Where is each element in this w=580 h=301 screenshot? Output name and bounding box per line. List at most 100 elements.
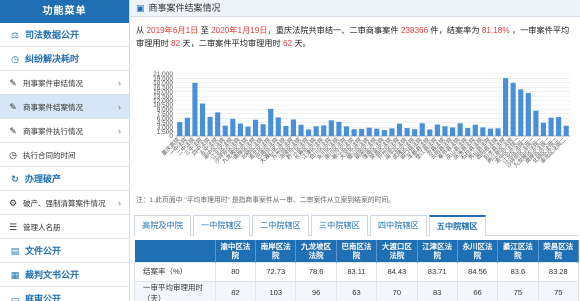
sidebar-item-label: 刑事案件审结情况 — [23, 79, 83, 88]
sidebar-item-7[interactable]: ⚙ 破产、强制清算案件情况 › — [0, 191, 129, 215]
table-cell: 83.71 — [416, 261, 458, 282]
date-to: 2020年1月19日 — [211, 26, 268, 35]
chart-bar — [465, 128, 471, 136]
tab-2[interactable]: 二中院辖区 — [251, 215, 309, 236]
chart-bar — [359, 128, 365, 136]
panel-header: ▣ 商事案件结案情况 — [130, 0, 580, 17]
sidebar-item-1[interactable]: ◷ 纠纷解决耗时 — [0, 47, 129, 71]
column-header — [134, 240, 216, 262]
panel-title: 商事案件结案情况 — [148, 3, 221, 13]
sidebar-item-11[interactable]: ▭ 庭审公开 — [0, 287, 129, 301]
date-from: 2019年6月1日 — [146, 26, 199, 35]
chart-bar — [412, 129, 418, 136]
table-cell: 78.6 — [295, 261, 337, 282]
chart-bar — [215, 112, 221, 136]
chart-bar — [313, 126, 319, 136]
sidebar-item-label: 破产、强制清算案件情况 — [23, 199, 106, 208]
document-icon: ▣ — [136, 3, 145, 13]
table-cell: 75 — [497, 280, 539, 301]
refresh-icon: ↻ — [11, 174, 19, 184]
table-cell: 83.28 — [537, 261, 580, 282]
chart-bar — [419, 123, 425, 136]
chart-bar — [366, 127, 372, 136]
sidebar-item-3[interactable]: ✎ 商事案件结案情况 › — [0, 95, 129, 119]
row-label: 结案率（%） — [134, 261, 216, 282]
table-cell: 83.6 — [497, 261, 539, 282]
tab-0[interactable]: 高院及中院 — [134, 215, 191, 236]
sidebar-item-4[interactable]: ✎ 商事案件执行情况 › — [0, 119, 129, 143]
chevron-right-icon: › — [118, 126, 121, 136]
table-cell: 70 — [376, 280, 418, 301]
chart-bar — [275, 117, 281, 136]
summary-text-part: 件，结案率为 — [428, 26, 482, 35]
clock-icon: ◷ — [11, 54, 19, 64]
total-cases: 238366 — [400, 26, 429, 35]
table-cell: 72.73 — [255, 261, 297, 282]
column-header: 大渡口区法院 — [376, 240, 418, 262]
chart-bar — [563, 125, 569, 136]
chart-bar — [283, 125, 289, 136]
chart-bar — [472, 124, 478, 136]
chart-bar — [260, 124, 266, 136]
sidebar-title: 功能菜单 — [0, 0, 129, 23]
column-header: 荣昌区法院 — [538, 240, 580, 262]
column-header: 綦江区法院 — [497, 240, 539, 262]
sidebar-item-label: 司法数据公开 — [25, 30, 80, 40]
sidebar-item-2[interactable]: ✎ 刑事案件审结情况 › — [0, 71, 129, 95]
chart-bar — [427, 129, 433, 136]
chart-bar — [343, 126, 350, 136]
chart-bar — [548, 117, 554, 136]
chart-bar — [351, 129, 357, 136]
chart-bar — [268, 108, 274, 136]
gavel-icon: ✎ — [9, 78, 17, 88]
chart-bar — [404, 128, 410, 136]
chart-bar — [230, 118, 236, 136]
sidebar-item-0[interactable]: ⚖ 司法数据公开 — [0, 23, 129, 47]
sidebar-list: ⚖ 司法数据公开 ◷ 纠纷解决耗时 ✎ 刑事案件审结情况 › ✎ 商事案件结案情况 › ✎ 商事案件执… — [0, 23, 129, 301]
table-cell: 80 — [214, 261, 257, 282]
summary-text-part: 从 — [136, 26, 147, 35]
sidebar-item-8[interactable]: ☰ 管理人名册 — [0, 215, 129, 239]
chart-bar — [533, 110, 539, 136]
gear-icon: ⚙ — [8, 198, 18, 208]
sidebar-item-label: 商事案件结案情况 — [23, 103, 83, 112]
tab-1[interactable]: 一中院辖区 — [192, 215, 250, 236]
table-cell: 96 — [295, 280, 337, 301]
table-cell: 84.56 — [456, 261, 499, 282]
chart-bar — [245, 126, 251, 136]
table-cell: 83 — [416, 280, 458, 301]
tab-3[interactable]: 三中院辖区 — [310, 215, 368, 236]
chart-bar — [222, 125, 228, 136]
chart-bar — [510, 82, 516, 136]
chevron-right-icon: › — [118, 102, 121, 112]
chart-bar — [336, 121, 342, 136]
footnote: 注：1.此页面中 "平均审理用时" 是指商事案件从一审、二审案件从立案到结案的时… — [136, 197, 395, 204]
district-table: 渝中区法院 南岸区法院 九龙坡区法院 巴南区法院 大渡口区法院 江津区法院 永川区法院 綦江区… — [134, 240, 580, 301]
chart-bar — [290, 119, 297, 136]
chart-bar — [207, 116, 213, 136]
tab-5[interactable]: 五中院辖区 — [428, 215, 486, 236]
table-cell: 83.11 — [335, 261, 378, 282]
table-cell: 63 — [335, 280, 378, 301]
first-instance-days: 82 — [171, 38, 181, 48]
summary-text-part: 至 — [198, 26, 212, 35]
summary-text-part: ，重庆法院共审结一、二审商事案件 — [267, 26, 401, 35]
sidebar-item-6[interactable]: ↻ 办理破产 — [0, 167, 129, 191]
tab-4[interactable]: 四中院辖区 — [369, 215, 427, 236]
table-row: 结案率（%） 80 72.73 78.6 83.11 84.43 83.71 84.56 83.… — [134, 261, 580, 282]
sidebar-item-9[interactable]: ▤ 文件公开 — [0, 239, 129, 263]
table-cell: 82 — [214, 280, 257, 301]
column-header: 九龙坡区法院 — [295, 240, 337, 262]
chart-bar — [457, 123, 463, 136]
column-header: 永川区法院 — [457, 240, 499, 262]
table-cell: 103 — [255, 280, 297, 301]
sidebar-item-10[interactable]: ▦ 裁判文书公开 — [0, 263, 129, 287]
chart-bar — [556, 117, 562, 136]
chart-bar — [449, 127, 456, 136]
y-tick-label: 21,000 — [153, 71, 173, 78]
cases-bar-chart: 01,5003,0004,5006,0007,5009,00010,50012,… — [153, 71, 570, 169]
sidebar-item-label: 庭审公开 — [25, 294, 62, 301]
close-rate: 81.18% — [481, 26, 510, 35]
sidebar-item-5[interactable]: ◷ 执行合同的时间 — [0, 143, 129, 167]
summary-text-part: 天。 — [292, 38, 311, 48]
